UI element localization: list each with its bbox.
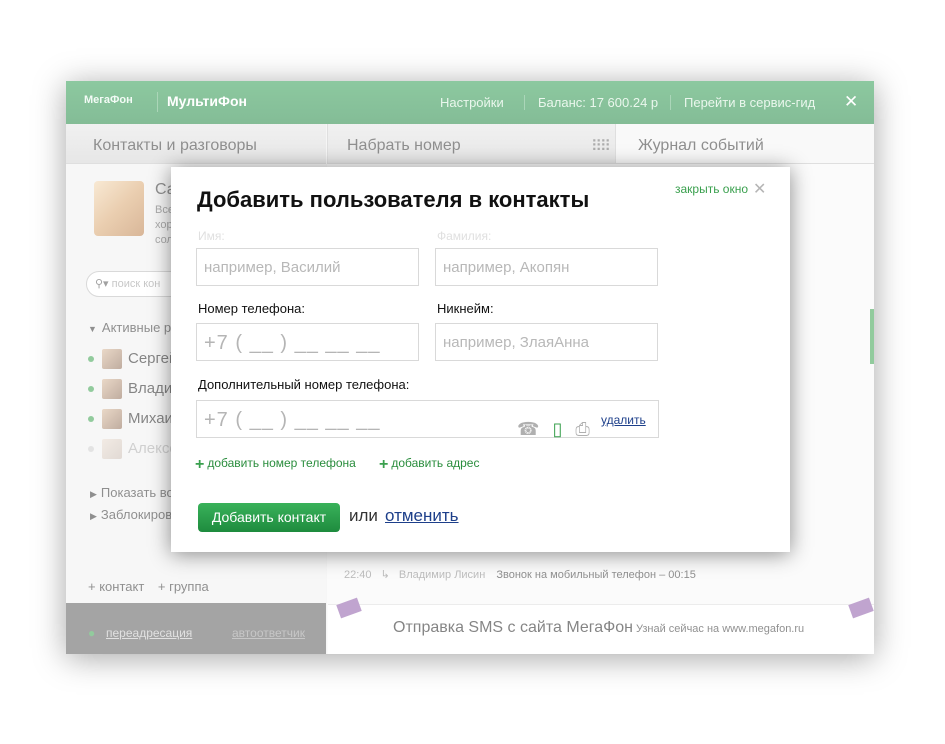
extra-phone-field[interactable]: +7 ( __ ) __ __ __ ☎ ▯ ⎙ удалить	[196, 400, 659, 439]
phone-field[interactable]: +7 ( __ ) __ __ __	[196, 323, 419, 361]
delete-phone-link[interactable]: удалить	[601, 401, 646, 439]
add-contact-dialog: Добавить пользователя в контакты закрыть…	[171, 167, 790, 552]
cancel-link[interactable]: отменить	[385, 506, 459, 526]
add-address-link[interactable]: + добавить адрес	[379, 456, 479, 474]
close-icon: ✕	[753, 181, 767, 198]
mobile-phone-icon[interactable]: ▯	[552, 419, 562, 439]
plus-icon: +	[379, 456, 389, 473]
phone-label: Номер телефона:	[198, 301, 305, 316]
nickname-label: Никнейм:	[437, 301, 494, 316]
phone-type-selector: ☎ ▯ ⎙	[517, 410, 590, 448]
close-dialog-button[interactable]: закрыть окно ✕	[675, 179, 766, 199]
nickname-field[interactable]: например, ЗлаяАнна	[435, 323, 658, 361]
dialog-title: Добавить пользователя в контакты	[197, 187, 590, 212]
name-label: Имя:	[198, 229, 225, 243]
plus-icon: +	[195, 456, 205, 473]
landline-phone-icon[interactable]: ☎	[517, 419, 539, 439]
fax-icon[interactable]: ⎙	[575, 419, 589, 439]
or-text: или	[349, 506, 378, 525]
add-contact-button[interactable]: Добавить контакт	[198, 503, 340, 532]
first-name-field[interactable]: например, Василий	[196, 248, 419, 286]
last-name-field[interactable]: например, Акопян	[435, 248, 658, 286]
surname-label: Фамилия:	[437, 229, 492, 243]
add-phone-link[interactable]: + добавить номер телефона	[195, 456, 356, 474]
extra-phone-label: Дополнительный номер телефона:	[198, 377, 410, 392]
